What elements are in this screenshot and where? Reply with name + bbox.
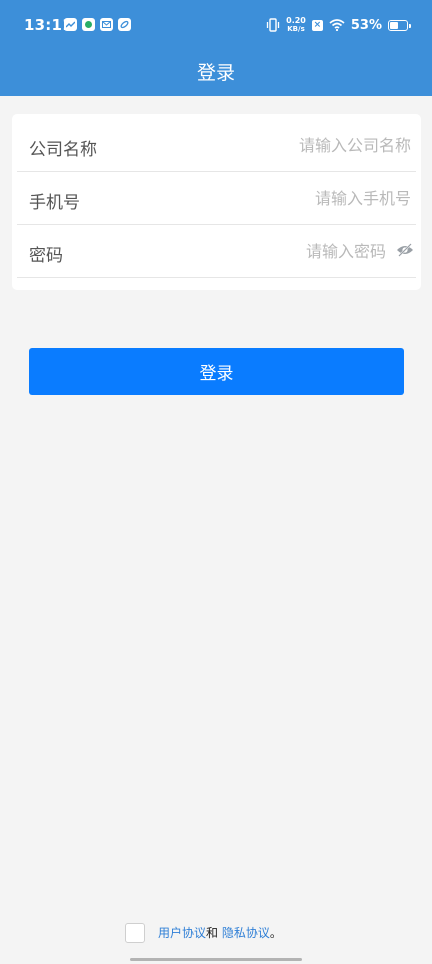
- wechat-icon: [82, 18, 95, 31]
- phone-input[interactable]: [191, 184, 411, 212]
- notification-icons: [64, 18, 131, 31]
- company-input[interactable]: [191, 131, 411, 159]
- battery-fill: [390, 21, 399, 29]
- agreement-text: 用户协议和 隐私协议。: [158, 924, 282, 941]
- agreement-checkbox[interactable]: [125, 923, 145, 943]
- leaf-app-icon: [118, 18, 131, 31]
- login-button[interactable]: 登录: [29, 348, 404, 395]
- agreement-and: 和: [206, 926, 219, 940]
- password-row: 密码: [17, 225, 416, 278]
- net-speed-value: 0.20: [286, 16, 306, 25]
- password-label: 密码: [29, 246, 63, 266]
- user-agreement-link[interactable]: 用户协议: [158, 926, 206, 940]
- battery-icon: [388, 19, 411, 31]
- eye-hidden-icon[interactable]: [396, 243, 414, 257]
- agreement-row: 用户协议和 隐私协议。: [0, 922, 432, 944]
- wifi-icon: [329, 19, 345, 31]
- status-right: 0.20 KB/s × 53%: [266, 14, 411, 36]
- header-bar: 13:11 0.20 KB/s × 53% 登录: [0, 0, 432, 96]
- page-title: 登录: [196, 62, 235, 84]
- privacy-agreement-link[interactable]: 隐私协议: [222, 926, 270, 940]
- battery-percent: 53%: [350, 17, 382, 33]
- password-input[interactable]: [196, 237, 386, 265]
- home-indicator[interactable]: [130, 958, 302, 961]
- company-label: 公司名称: [29, 140, 97, 160]
- net-speed-unit: KB/s: [287, 25, 305, 33]
- status-bar: 13:11 0.20 KB/s × 53%: [0, 0, 432, 50]
- chart-app-icon: [64, 18, 77, 31]
- net-speed: 0.20 KB/s: [286, 16, 306, 34]
- mail-icon: [100, 18, 113, 31]
- company-row: 公司名称: [17, 119, 416, 172]
- agreement-end: 。: [269, 926, 282, 940]
- login-form-card: 公司名称 手机号 密码: [12, 114, 421, 290]
- phone-row: 手机号: [17, 172, 416, 225]
- vibrate-icon: [266, 18, 280, 32]
- phone-label: 手机号: [29, 193, 80, 213]
- sim-x-icon: ×: [311, 19, 323, 31]
